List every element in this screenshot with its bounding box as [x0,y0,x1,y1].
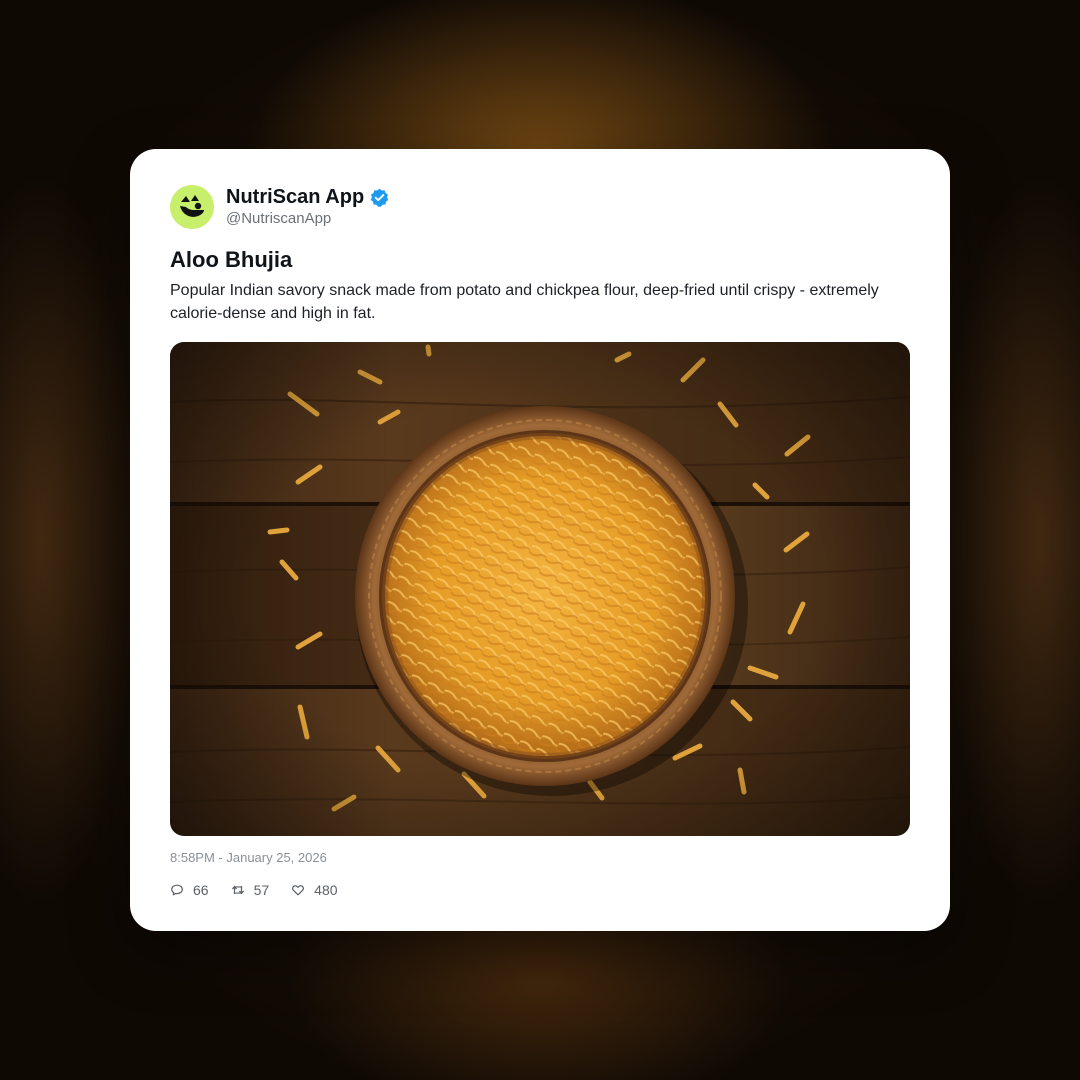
repost-icon [231,885,244,895]
display-name-row: NutriScan App [226,185,389,209]
like-button[interactable]: 480 [291,880,338,900]
reply-icon [171,884,183,896]
post-image[interactable] [170,342,910,836]
heart-icon [292,885,305,896]
repost-button[interactable]: 57 [231,880,270,900]
display-name[interactable]: NutriScan App [226,185,364,209]
account-names: NutriScan App @NutriscanApp [226,185,389,229]
repost-count: 57 [253,882,270,898]
engagement-bar: 66 57 480 [170,879,360,901]
reply-count: 66 [193,882,209,898]
nutriscan-logo-icon [180,195,204,217]
post-title: Aloo Bhujia [170,247,293,272]
post-timestamp: 8:58PM - January 25, 2026 [170,850,327,865]
account-handle[interactable]: @NutriscanApp [226,209,389,229]
post-description: Popular Indian savory snack made from po… [170,282,879,322]
post-card: NutriScan App @NutriscanApp Aloo Bhujia … [130,149,950,931]
verified-badge-icon [370,188,389,207]
post-header: NutriScan App @NutriscanApp [170,185,389,229]
avatar[interactable] [170,185,214,229]
reply-button[interactable]: 66 [170,880,209,900]
like-count: 480 [314,882,338,898]
